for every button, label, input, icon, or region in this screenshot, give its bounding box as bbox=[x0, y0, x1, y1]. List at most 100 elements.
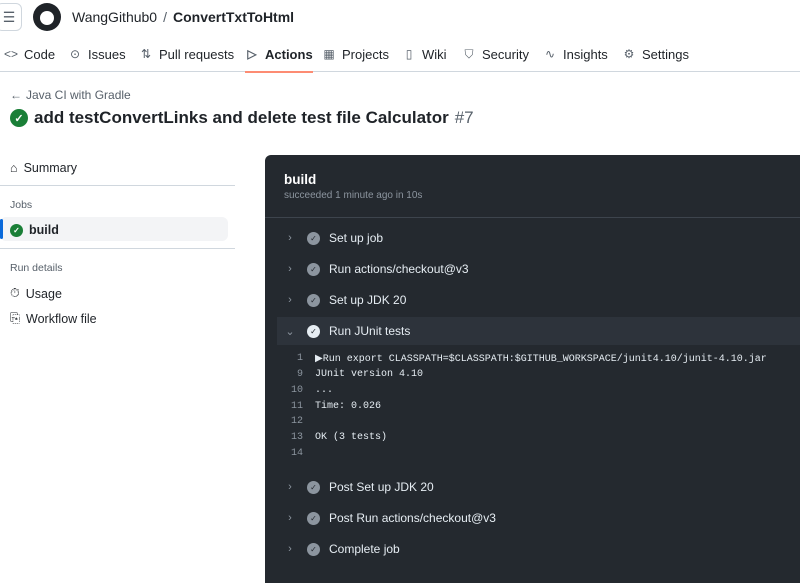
line-number[interactable]: 10 bbox=[285, 385, 315, 400]
sidebar-item-usage[interactable]: ⏱ Usage bbox=[10, 286, 62, 301]
log-text: Time: 0.026 bbox=[315, 401, 382, 412]
tab-wiki[interactable]: ▯ Wiki bbox=[402, 36, 447, 72]
chevron-right-icon: › bbox=[288, 481, 292, 493]
job-title: build bbox=[284, 172, 317, 187]
step-label: Set up job bbox=[329, 231, 384, 245]
divider bbox=[0, 248, 235, 249]
step-row-expanded[interactable]: ⌄ ✓ Run JUnit tests bbox=[277, 317, 800, 345]
divider bbox=[265, 217, 800, 218]
run-title: ✓ add testConvertLinks and delete test f… bbox=[10, 108, 474, 128]
jobs-heading: Jobs bbox=[10, 199, 33, 211]
step-row[interactable]: › ✓ Post Set up JDK 20 bbox=[277, 473, 800, 501]
tab-label: Security bbox=[482, 46, 529, 62]
breadcrumb-separator: / bbox=[163, 9, 167, 25]
tab-label: Settings bbox=[642, 46, 689, 62]
repo-name-link[interactable]: ConvertTxtToHtml bbox=[173, 9, 294, 25]
tab-label: Projects bbox=[342, 46, 389, 62]
tab-code[interactable]: <> Code bbox=[4, 36, 55, 72]
step-row[interactable]: › ✓ Post Run actions/checkout@v3 bbox=[277, 504, 800, 532]
line-number[interactable]: 9 bbox=[285, 369, 315, 384]
chevron-right-icon: › bbox=[288, 512, 292, 524]
success-check-icon: ✓ bbox=[307, 231, 320, 245]
step-label: Run actions/checkout@v3 bbox=[329, 262, 469, 276]
log-text: ... bbox=[315, 385, 334, 396]
chevron-right-icon: › bbox=[288, 294, 292, 306]
tab-actions[interactable]: ▷ Actions bbox=[245, 36, 313, 73]
success-check-icon: ✓ bbox=[307, 511, 320, 525]
log-line: 14 bbox=[285, 448, 315, 463]
log-text: ▶Run export CLASSPATH=$CLASSPATH:$GITHUB… bbox=[315, 354, 767, 365]
success-check-icon: ✓ bbox=[307, 324, 320, 338]
run-title-text: add testConvertLinks and delete test fil… bbox=[34, 108, 449, 127]
tab-security[interactable]: ⛉ Security bbox=[462, 36, 529, 72]
sidebar-item-workflow-file[interactable]: ⎘ Workflow file bbox=[10, 311, 97, 326]
log-line: 1 ▶Run export CLASSPATH=$CLASSPATH:$GITH… bbox=[285, 353, 767, 368]
line-number[interactable]: 14 bbox=[285, 448, 315, 463]
chevron-right-icon: › bbox=[288, 263, 292, 275]
workflow-name: Java CI with Gradle bbox=[26, 88, 131, 102]
top-bar: ☰ WangGithub0 / ConvertTxtToHtml bbox=[0, 0, 800, 36]
book-icon: ▯ bbox=[405, 47, 413, 61]
success-check-icon: ✓ bbox=[10, 223, 23, 237]
step-label: Complete job bbox=[329, 542, 400, 556]
code-icon: <> bbox=[4, 47, 19, 61]
log-line: 13 OK (3 tests) bbox=[285, 432, 387, 447]
tab-pull-requests[interactable]: ⇅ Pull requests bbox=[139, 36, 234, 72]
log-line: 11 Time: 0.026 bbox=[285, 401, 381, 416]
success-check-icon: ✓ bbox=[307, 262, 320, 276]
repo-owner-link[interactable]: WangGithub0 bbox=[72, 9, 157, 25]
tab-settings[interactable]: ⚙ Settings bbox=[622, 36, 689, 72]
graph-icon: ∿ bbox=[544, 47, 556, 61]
shield-icon: ⛉ bbox=[464, 46, 474, 61]
github-logo-icon[interactable] bbox=[33, 3, 61, 31]
line-number[interactable]: 12 bbox=[285, 416, 315, 431]
home-icon: ⌂ bbox=[10, 161, 18, 175]
sidebar-item-label: Workflow file bbox=[26, 311, 97, 326]
log-text: JUnit version 4.10 bbox=[315, 369, 424, 380]
job-log-panel: build succeeded 1 minute ago in 10s › ✓ … bbox=[265, 155, 800, 583]
play-icon: ▷ bbox=[247, 47, 257, 61]
stopwatch-icon: ⏱ bbox=[10, 286, 20, 300]
log-line: 9 JUnit version 4.10 bbox=[285, 369, 423, 384]
log-line: 10 ... bbox=[285, 385, 333, 400]
step-row[interactable]: › ✓ Run actions/checkout@v3 bbox=[277, 255, 800, 283]
tab-issues[interactable]: ⊙ Issues bbox=[68, 36, 126, 72]
sidebar-item-label: Summary bbox=[23, 161, 78, 175]
step-row[interactable]: › ✓ Set up job bbox=[277, 224, 800, 252]
sidebar-item-summary[interactable]: ⌂ Summary bbox=[10, 161, 77, 175]
tab-label: Actions bbox=[265, 46, 313, 62]
line-number[interactable]: 1 bbox=[285, 353, 315, 368]
step-label: Set up JDK 20 bbox=[329, 293, 407, 307]
repo-breadcrumb: WangGithub0 / ConvertTxtToHtml bbox=[72, 9, 294, 25]
file-icon: ⎘ bbox=[10, 311, 21, 325]
sidebar-item-label: Usage bbox=[25, 286, 62, 301]
tab-label: Pull requests bbox=[159, 46, 235, 62]
step-row[interactable]: › ✓ Complete job bbox=[277, 535, 800, 563]
chevron-right-icon: › bbox=[288, 232, 292, 244]
step-label: Run JUnit tests bbox=[329, 324, 411, 338]
success-check-icon: ✓ bbox=[307, 542, 320, 556]
table-icon: ▦ bbox=[323, 47, 335, 61]
log-text: OK (3 tests) bbox=[315, 432, 388, 443]
line-number[interactable]: 13 bbox=[285, 432, 315, 447]
arrow-left-icon: ← bbox=[10, 88, 22, 102]
hamburger-menu-button[interactable]: ☰ bbox=[0, 3, 22, 31]
step-row[interactable]: › ✓ Set up JDK 20 bbox=[277, 286, 800, 314]
sidebar-item-build[interactable]: ✓ build bbox=[10, 223, 59, 237]
tab-insights[interactable]: ∿ Insights bbox=[543, 36, 608, 72]
chevron-down-icon: ⌄ bbox=[285, 325, 295, 338]
sidebar-item-label: build bbox=[29, 223, 59, 237]
job-status-text: succeeded 1 minute ago in 10s bbox=[284, 190, 423, 201]
tab-projects[interactable]: ▦ Projects bbox=[322, 36, 389, 72]
tab-label: Issues bbox=[88, 46, 126, 62]
run-number: #7 bbox=[454, 108, 474, 127]
tab-label: Code bbox=[24, 46, 56, 62]
line-number[interactable]: 11 bbox=[285, 401, 315, 416]
log-line: 12 bbox=[285, 416, 315, 431]
issue-icon: ⊙ bbox=[69, 47, 81, 61]
divider bbox=[0, 185, 235, 186]
back-to-workflow-link[interactable]: ← Java CI with Gradle bbox=[10, 88, 131, 102]
chevron-right-icon: › bbox=[288, 543, 292, 555]
success-check-icon: ✓ bbox=[10, 109, 28, 127]
repo-tabs: <> Code ⊙ Issues ⇅ Pull requests ▷ Actio… bbox=[0, 36, 800, 73]
